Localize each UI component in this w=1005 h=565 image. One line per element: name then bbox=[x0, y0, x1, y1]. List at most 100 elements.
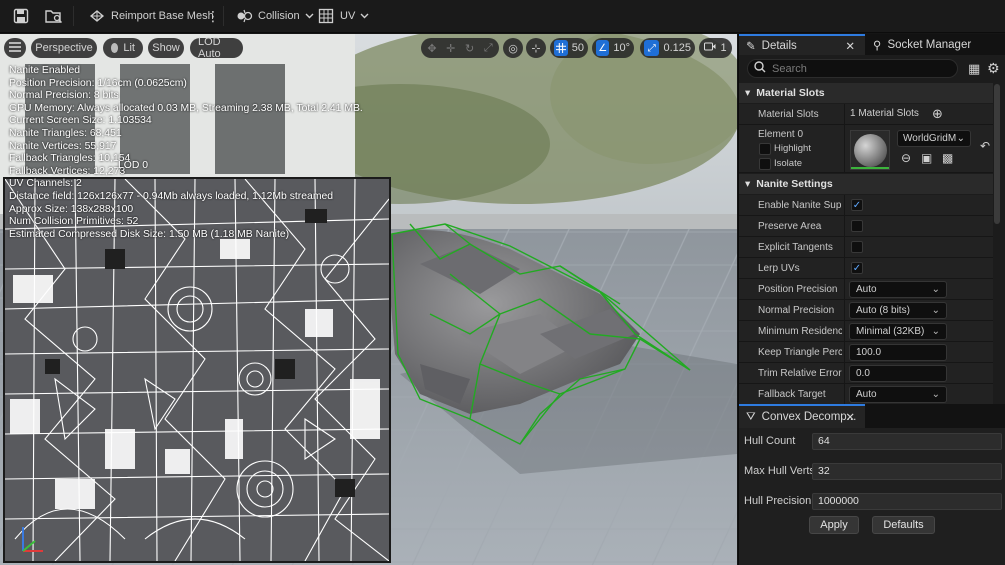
explicit-tangents-row: Explicit Tangents bbox=[739, 237, 993, 258]
save-button[interactable] bbox=[8, 4, 34, 28]
details-scrollbar[interactable] bbox=[994, 84, 1000, 224]
chevron-down-icon bbox=[360, 10, 369, 22]
surface-snap-button[interactable]: ⊹ bbox=[526, 38, 546, 58]
close-icon[interactable]: ✕ bbox=[845, 39, 855, 53]
lerp-uvs-checkbox[interactable]: ✓ bbox=[851, 262, 863, 274]
hamburger-icon bbox=[9, 41, 21, 55]
enable-nanite-row: Enable Nanite Suppo ✓ bbox=[739, 195, 993, 216]
kebab-menu-icon: ⋮ bbox=[206, 8, 220, 24]
browse-to-asset-button[interactable] bbox=[41, 4, 67, 28]
lit-label: Lit bbox=[123, 42, 135, 54]
translate-icon[interactable]: ✛ bbox=[446, 42, 455, 55]
browse-asset-icon[interactable]: ▣ bbox=[921, 151, 932, 165]
lod-button[interactable]: LOD Auto bbox=[190, 36, 243, 60]
show-button[interactable]: Show bbox=[148, 38, 184, 58]
stat-line: Nanite Vertices: 55,917 bbox=[9, 140, 117, 152]
defaults-button[interactable]: Defaults bbox=[872, 516, 935, 534]
property-label: Enable Nanite Suppo bbox=[758, 200, 842, 211]
surface-snap-icon: ⊹ bbox=[531, 42, 541, 55]
normal-precision-dropdown[interactable]: Auto (8 bits) ⌄ bbox=[849, 302, 947, 319]
reimport-base-mesh-button[interactable]: Reimport Base Mesh bbox=[84, 4, 218, 28]
grid-snap-value: 50 bbox=[571, 42, 584, 54]
trim-relative-error-field[interactable]: 0.0 bbox=[849, 365, 947, 382]
section-title: Material Slots bbox=[756, 87, 825, 99]
chevron-down-icon: ⌄ bbox=[931, 326, 940, 337]
material-thumbnail[interactable] bbox=[850, 130, 890, 170]
stat-line: Approx Size: 138x288x100 bbox=[9, 203, 134, 215]
highlight-checkbox[interactable] bbox=[759, 143, 771, 155]
normal-precision-row: Normal Precision Auto (8 bits) ⌄ bbox=[739, 300, 993, 321]
lod-label: LOD Auto bbox=[198, 36, 221, 60]
isolate-checkbox[interactable] bbox=[759, 158, 771, 170]
reset-arrow-icon[interactable]: ↶ bbox=[980, 139, 990, 153]
keep-triangle-percent-row: Keep Triangle Percer 100.0 bbox=[739, 342, 993, 363]
property-label: Material Slots bbox=[758, 109, 819, 120]
close-icon[interactable]: ✕ bbox=[845, 410, 855, 424]
convex-hull-icon: ⛛ bbox=[746, 410, 756, 423]
material-options-icon[interactable]: ▩ bbox=[942, 151, 953, 165]
select-icon[interactable]: ✥ bbox=[427, 42, 436, 55]
max-hull-verts-field[interactable]: 32 bbox=[812, 463, 1002, 480]
table-view-icon[interactable]: ▦ bbox=[968, 61, 980, 77]
stat-line: GPU Memory: Always allocated 0.03 MB, St… bbox=[9, 102, 363, 114]
preserve-area-checkbox[interactable] bbox=[851, 220, 863, 232]
lit-mode-button[interactable]: Lit bbox=[103, 38, 143, 58]
fallback-target-dropdown[interactable]: Auto ⌄ bbox=[849, 386, 947, 403]
tab-socket-manager[interactable]: ⚲ Socket Manager bbox=[866, 34, 1005, 55]
dropdown-value: Auto bbox=[856, 284, 877, 295]
scale-snap-button[interactable]: ⤢ 0.125 bbox=[640, 38, 695, 58]
hull-precision-field[interactable]: 1000000 bbox=[812, 493, 1002, 510]
uv-menu-button[interactable]: UV bbox=[313, 4, 373, 28]
position-precision-dropdown[interactable]: Auto ⌄ bbox=[849, 281, 947, 298]
keep-triangle-percent-field[interactable]: 100.0 bbox=[849, 344, 947, 361]
perspective-button[interactable]: Perspective bbox=[31, 38, 97, 58]
lod-overlay-text: LOD 0 bbox=[118, 160, 149, 171]
enable-nanite-checkbox[interactable]: ✓ bbox=[851, 199, 863, 211]
camera-speed-value: 1 bbox=[720, 42, 727, 54]
mesh-viewport[interactable]: Perspective Lit Show LOD Auto ✥ ✛ ↻ ⤢ ◎ … bbox=[0, 34, 737, 565]
rotation-snap-button[interactable]: ∠ 10° bbox=[592, 38, 634, 58]
grid-snap-button[interactable]: 50 bbox=[550, 38, 588, 58]
hull-precision-row: Hull Precision 1000000 bbox=[739, 491, 1005, 513]
minimum-residency-dropdown[interactable]: Minimal (32KB) ⌄ bbox=[849, 323, 947, 340]
hull-count-field[interactable]: 64 bbox=[812, 433, 1002, 450]
details-tabbar: ✎ Details ✕ ⚲ Socket Manager bbox=[739, 34, 1005, 55]
material-slots-section[interactable]: ▾ Material Slots bbox=[739, 83, 993, 103]
hull-count-label: Hull Count bbox=[744, 435, 796, 447]
globe-icon: ◎ bbox=[508, 42, 518, 55]
chevron-down-icon: ⌄ bbox=[931, 305, 940, 316]
reimport-options-button[interactable]: ⋮ bbox=[206, 4, 220, 28]
apply-button[interactable]: Apply bbox=[809, 516, 859, 534]
camera-speed-button[interactable]: 1 bbox=[699, 38, 732, 58]
use-selected-asset-icon[interactable]: ⊖ bbox=[901, 151, 911, 165]
save-icon bbox=[12, 7, 30, 25]
property-label: Explicit Tangents bbox=[758, 242, 833, 253]
gear-icon[interactable]: ⚙ bbox=[987, 60, 1000, 77]
tab-details[interactable]: ✎ Details ✕ bbox=[739, 34, 865, 55]
chevron-down-icon: ▾ bbox=[745, 178, 751, 190]
hull-precision-label: Hull Precision bbox=[744, 495, 812, 507]
scale-snap-icon: ⤢ bbox=[644, 40, 660, 56]
scale-icon[interactable]: ⤢ bbox=[484, 42, 493, 55]
material-picker-dropdown[interactable]: WorldGridM ⌄ bbox=[897, 130, 971, 147]
stat-line: Distance field: 126x126x77 - 0.94Mb alwa… bbox=[9, 190, 334, 202]
rotate-icon[interactable]: ↻ bbox=[465, 42, 474, 55]
details-search-input[interactable]: Search bbox=[747, 59, 958, 78]
max-hull-verts-row: Max Hull Verts 32 bbox=[739, 461, 1005, 483]
convex-tab-label: Convex Decomp... bbox=[761, 411, 857, 423]
collision-menu-button[interactable]: Collision bbox=[231, 4, 318, 28]
collision-label: Collision bbox=[258, 10, 300, 22]
tab-convex-decomposition[interactable]: ⛛ Convex Decomp... ✕ bbox=[739, 404, 865, 428]
add-material-slot-icon[interactable]: ⊕ bbox=[932, 106, 943, 122]
scale-snap-value: 0.125 bbox=[663, 42, 691, 54]
camera-icon bbox=[704, 42, 716, 54]
pencil-icon: ✎ bbox=[746, 40, 756, 53]
property-label: Trim Relative Error bbox=[758, 368, 842, 379]
property-label: Fallback Target bbox=[758, 389, 826, 400]
socket-icon: ⚲ bbox=[873, 39, 882, 52]
explicit-tangents-checkbox[interactable] bbox=[851, 241, 863, 253]
viewport-options-button[interactable] bbox=[4, 38, 26, 58]
world-local-toggle[interactable]: ◎ bbox=[503, 38, 523, 58]
nanite-settings-section[interactable]: ▾ Nanite Settings bbox=[739, 174, 993, 194]
chevron-down-icon: ⌄ bbox=[931, 284, 940, 295]
